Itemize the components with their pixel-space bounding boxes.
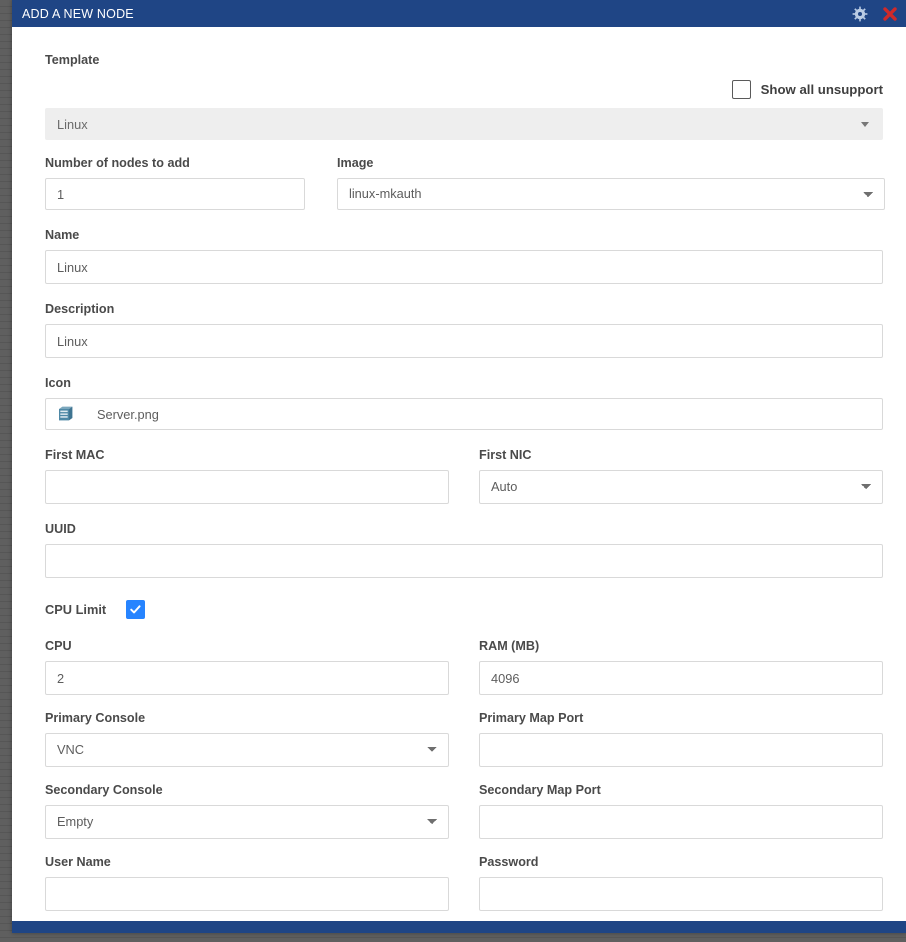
mac-nic-row: First MAC First NIC Auto: [45, 448, 883, 504]
secondary-console-label: Secondary Console: [45, 783, 163, 797]
name-input[interactable]: [45, 250, 883, 284]
primary-console-field: Primary Console VNC: [45, 711, 449, 767]
primary-map-port-input[interactable]: [479, 733, 883, 767]
user-name-label: User Name: [45, 855, 111, 869]
password-label: Password: [479, 855, 539, 869]
name-field: Name: [45, 228, 883, 284]
cpu-limit-label: CPU Limit: [45, 601, 107, 617]
titlebar-actions: [852, 6, 900, 22]
first-mac-field: First MAC: [45, 448, 449, 504]
password-field: Password: [479, 855, 883, 911]
icon-filename: Server.png: [97, 406, 159, 422]
dialog-footer: [12, 921, 906, 933]
show-all-unsupported-row[interactable]: Show all unsupport: [45, 78, 883, 100]
first-nic-select[interactable]: Auto: [479, 470, 883, 504]
dialog-titlebar: ADD A NEW NODE: [12, 0, 906, 27]
primary-console-label: Primary Console: [45, 711, 146, 725]
primary-map-port-label: Primary Map Port: [479, 711, 584, 725]
icon-field-group: Icon Server.png: [45, 376, 883, 430]
user-name-input[interactable]: [45, 877, 449, 911]
password-input[interactable]: [479, 877, 883, 911]
dialog-body: Template Show all unsupport Linux Number…: [12, 27, 906, 921]
cpu-limit-checkbox[interactable]: [126, 600, 146, 619]
description-label: Description: [45, 302, 115, 316]
dialog-title: ADD A NEW NODE: [22, 6, 134, 21]
description-input[interactable]: [45, 324, 883, 358]
template-section: Template Show all unsupport Linux: [45, 51, 883, 140]
uuid-input[interactable]: [45, 544, 883, 578]
chevron-down-icon: [861, 121, 869, 127]
image-select[interactable]: linux-mkauth: [337, 178, 885, 210]
uuid-field: UUID: [45, 522, 883, 578]
secondary-console-row: Secondary Console Empty Secondary Map Po…: [45, 783, 883, 839]
credentials-row: User Name Password: [45, 855, 883, 911]
first-nic-field: First NIC Auto: [479, 448, 883, 504]
add-node-dialog: ADD A NEW NODE Template Show all unsuppo…: [12, 0, 906, 933]
cpu-field: CPU: [45, 639, 449, 695]
name-label: Name: [45, 228, 80, 242]
cpu-ram-row: CPU RAM (MB): [45, 639, 883, 695]
image-label: Image: [337, 156, 374, 170]
secondary-map-port-field: Secondary Map Port: [479, 783, 883, 839]
template-select[interactable]: Linux: [45, 108, 883, 140]
ram-input[interactable]: [479, 661, 883, 695]
gear-icon[interactable]: [852, 6, 868, 22]
ram-label: RAM (MB): [479, 639, 540, 653]
secondary-console-field: Secondary Console Empty: [45, 783, 449, 839]
uuid-label: UUID: [45, 522, 76, 536]
cpu-label: CPU: [45, 639, 72, 653]
template-label: Template: [45, 53, 100, 67]
secondary-map-port-label: Secondary Map Port: [479, 783, 601, 797]
description-field: Description: [45, 302, 883, 358]
cpu-limit-row: CPU Limit: [45, 600, 883, 619]
primary-map-port-field: Primary Map Port: [479, 711, 883, 767]
template-select-value: Linux: [57, 116, 88, 132]
first-mac-input[interactable]: [45, 470, 449, 504]
show-all-unsupported-checkbox[interactable]: [731, 79, 751, 99]
user-name-field: User Name: [45, 855, 449, 911]
ram-field: RAM (MB): [479, 639, 883, 695]
nodes-to-add-field: Number of nodes to add: [45, 156, 305, 210]
page-background: ADD A NEW NODE Template Show all unsuppo…: [0, 0, 906, 942]
icon-label: Icon: [45, 376, 71, 390]
secondary-console-select[interactable]: Empty: [45, 805, 449, 839]
first-mac-label: First MAC: [45, 448, 105, 462]
cpu-input[interactable]: [45, 661, 449, 695]
nodes-image-row: Number of nodes to add Image linux-mkaut…: [45, 156, 885, 210]
nodes-to-add-label: Number of nodes to add: [45, 156, 190, 170]
first-nic-label: First NIC: [479, 448, 532, 462]
image-field: Image linux-mkauth: [337, 156, 885, 210]
primary-console-select[interactable]: VNC: [45, 733, 449, 767]
icon-picker[interactable]: Server.png: [45, 398, 883, 430]
show-all-unsupported-label: Show all unsupport: [760, 81, 883, 97]
nodes-to-add-input[interactable]: [45, 178, 305, 210]
close-icon[interactable]: [882, 6, 898, 22]
primary-console-row: Primary Console VNC Primary Map Port: [45, 711, 883, 767]
secondary-map-port-input[interactable]: [479, 805, 883, 839]
server-icon: [57, 405, 75, 423]
